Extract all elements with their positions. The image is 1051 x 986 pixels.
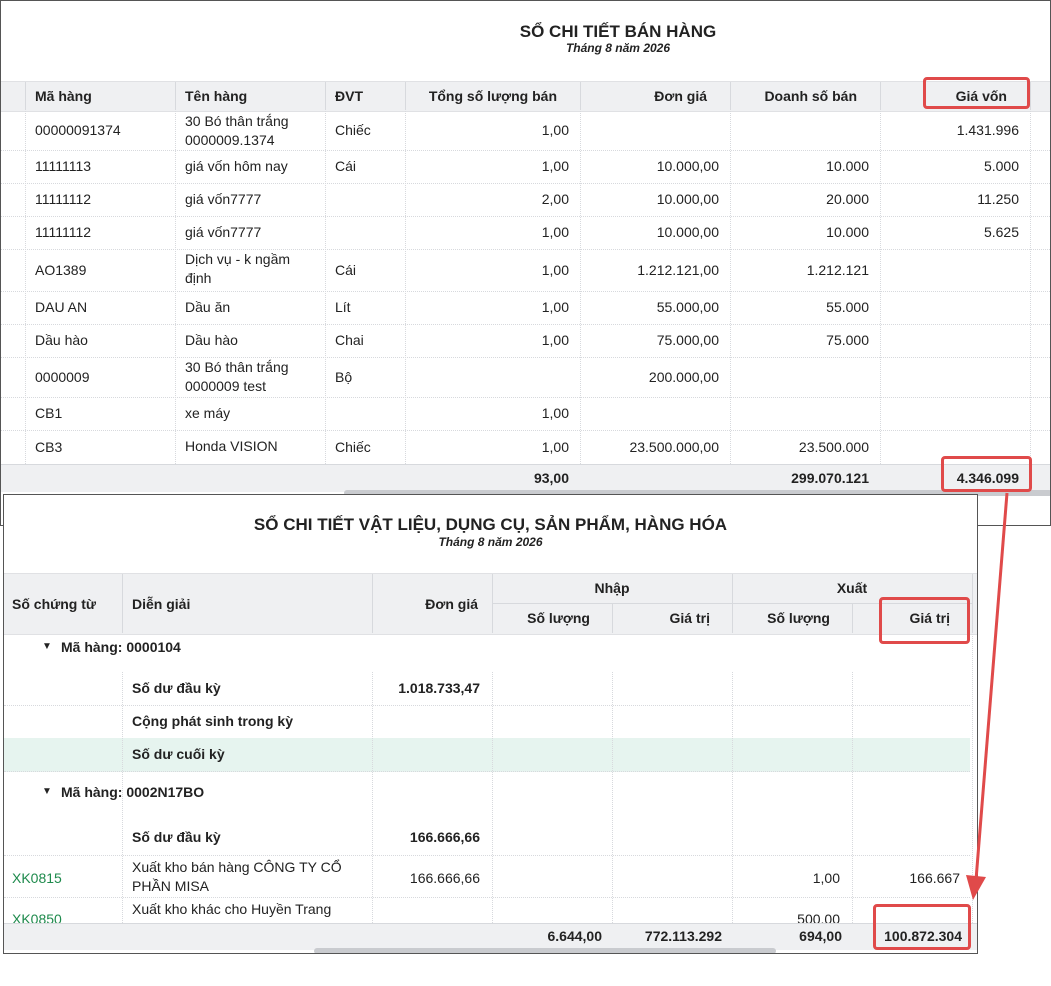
arrow-head-icon xyxy=(966,875,986,900)
arrow-connector xyxy=(966,492,1009,900)
